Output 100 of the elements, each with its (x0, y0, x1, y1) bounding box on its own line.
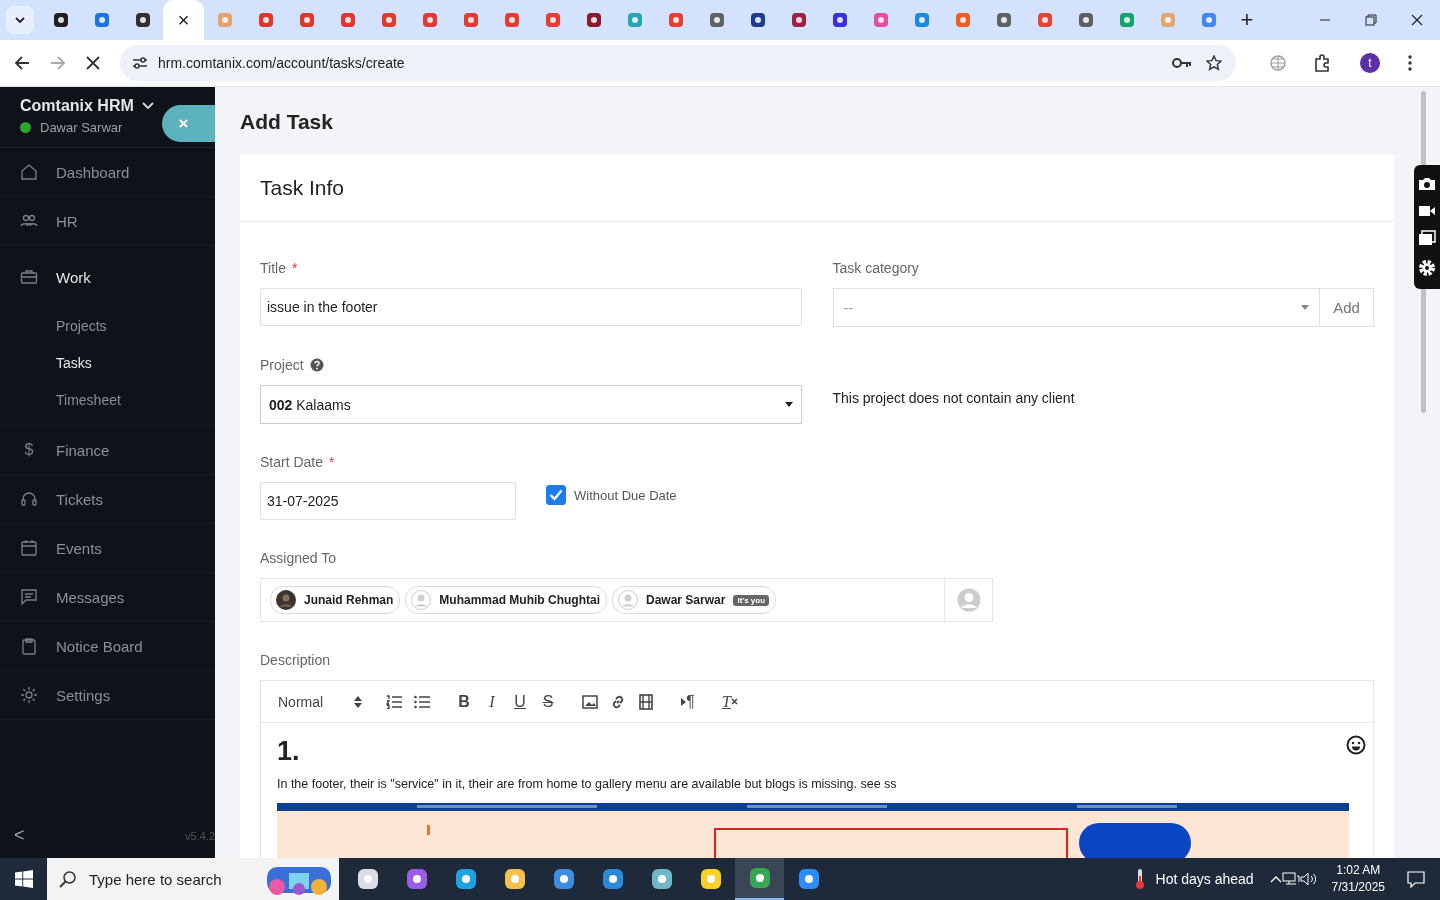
stop-icon[interactable] (86, 56, 100, 70)
tab-search-button[interactable] (6, 6, 34, 34)
field-label: Assigned To (260, 550, 336, 566)
headset-icon (20, 490, 38, 508)
sidebar-subitem[interactable]: Projects (0, 308, 215, 345)
cross-icon (730, 698, 738, 705)
caret-icon (784, 402, 793, 407)
assignee-field[interactable]: Junaid Rehman Muhammad Muhib Chughtai Dawar Sarwar It's you (260, 578, 993, 622)
assignee-chip[interactable]: Junaid Rehman (270, 586, 401, 614)
sort-caret-icon (354, 695, 362, 708)
assignee-chip[interactable]: Muhammad Muhib Chughtai (405, 586, 607, 614)
underline-button[interactable]: U (506, 689, 534, 714)
project-select[interactable]: 002 Kalaams (260, 385, 802, 424)
home-icon (20, 163, 38, 181)
clock-date[interactable]: 7/31/2025 (1331, 879, 1385, 896)
speaker-icon[interactable] (1299, 872, 1318, 886)
clipboard-icon (20, 637, 38, 655)
briefcase-icon (20, 268, 38, 286)
search-icon (59, 870, 77, 888)
settings-icon[interactable] (1418, 258, 1436, 277)
network-icon[interactable] (1281, 872, 1300, 886)
image-icon (582, 694, 598, 709)
new-tab-button[interactable]: + (1229, 7, 1265, 33)
brand-name: Comtanix HRM (20, 97, 134, 115)
sidebar-item[interactable]: Messages (0, 573, 215, 621)
field-label: Description (260, 652, 331, 668)
url-text: hrm.comtanix.com/account/tasks/create (158, 55, 405, 71)
clean-button[interactable]: T (716, 689, 744, 714)
calendar-icon (20, 539, 38, 557)
title-field[interactable]: issue in the footer (260, 288, 802, 326)
sidebar-item[interactable]: $ Finance (0, 426, 215, 474)
sidebar-item[interactable]: Tickets (0, 475, 215, 523)
chevron-down-icon (14, 14, 26, 26)
gear-icon (20, 686, 38, 704)
camera-icon[interactable] (1418, 177, 1436, 192)
site-settings-icon[interactable] (132, 56, 148, 70)
back-icon[interactable] (14, 55, 30, 71)
required-mark: * (329, 454, 335, 470)
sidebar-item[interactable]: Settings (0, 671, 215, 719)
chat-icon (20, 588, 38, 606)
assignee-chip[interactable]: Dawar Sarwar It's you (612, 586, 777, 614)
collapse-button[interactable]: < (14, 825, 25, 846)
italic-button[interactable]: I (478, 689, 506, 714)
format-select[interactable]: Normal (278, 693, 354, 710)
browser-tab[interactable]: × (163, 0, 204, 40)
menu-icon[interactable] (1408, 55, 1412, 71)
key-icon[interactable] (1172, 57, 1192, 69)
star-icon[interactable] (1206, 55, 1222, 71)
window-icon[interactable] (1418, 230, 1436, 247)
field-label: Task category (832, 260, 919, 276)
rtl-button[interactable]: ¶ (674, 689, 702, 714)
add-category-button[interactable]: Add (1320, 288, 1374, 327)
page-title: Add Task (240, 110, 334, 134)
field-label: Title (260, 260, 286, 276)
address-bar[interactable]: hrm.comtanix.com/account/tasks/create (120, 45, 1236, 81)
project-note: This project does not contain any client (832, 389, 1075, 406)
bold-button[interactable]: B (450, 689, 478, 714)
clock-time[interactable]: 1:02 AM (1336, 862, 1381, 879)
sidebar-item[interactable]: HR (0, 197, 215, 245)
thermometer-icon[interactable] (1133, 868, 1146, 890)
required-mark: * (291, 260, 298, 276)
chevron-up-icon[interactable] (1269, 875, 1282, 883)
triangle-icon (681, 697, 687, 706)
sidebar-item[interactable]: Work (0, 246, 215, 308)
field-label: Start Date (260, 454, 324, 470)
editor-heading: 1. (277, 735, 301, 767)
checkbox[interactable] (546, 485, 566, 505)
version-text: v5.4.2 (185, 829, 215, 842)
extensions-icon[interactable] (1314, 54, 1332, 72)
bullet-list-icon (414, 694, 430, 709)
you-badge: It's you (733, 594, 770, 606)
sidebar-subitem[interactable]: Timesheet (0, 382, 215, 419)
sidebar-item[interactable]: Notice Board (0, 622, 215, 670)
sidebar-item[interactable]: Dashboard (0, 148, 215, 196)
taskbar-search-field[interactable]: Type here to search (47, 858, 339, 900)
windows-start-icon[interactable] (15, 870, 33, 888)
sidebar-subitem[interactable]: Tasks (0, 345, 215, 382)
taskbar-app-button[interactable] (735, 858, 784, 900)
close-icon[interactable] (1411, 14, 1423, 26)
globe-icon[interactable] (1270, 55, 1286, 71)
numbered-list-icon (386, 694, 402, 709)
strike-button[interactable]: S (534, 689, 562, 714)
caret-icon (1301, 305, 1309, 310)
chevron-down-icon[interactable] (141, 102, 154, 110)
sidebar-item[interactable]: Events (0, 524, 215, 572)
weather-text[interactable]: Hot days ahead (1155, 871, 1254, 887)
card-title: Task Info (260, 176, 345, 200)
link-icon (610, 693, 626, 710)
notification-icon[interactable] (1407, 870, 1425, 888)
video-camera-icon[interactable] (1418, 203, 1436, 218)
help-icon[interactable] (309, 358, 324, 372)
profile-avatar[interactable]: t (1360, 53, 1380, 73)
checkbox-label: Without Due Date (574, 487, 677, 503)
restore-icon[interactable] (1365, 14, 1377, 26)
start-date-field[interactable]: 31-07-2025 (260, 482, 516, 520)
emoji-icon[interactable] (1346, 735, 1366, 755)
description-text: In the footer, their is "service" in it, their are from home to gallery menu are available but blogs is missing. see ss (277, 777, 898, 791)
user-name: Dawar Sarwar (40, 120, 123, 135)
film-icon (639, 693, 653, 710)
avatar-icon (956, 588, 981, 612)
